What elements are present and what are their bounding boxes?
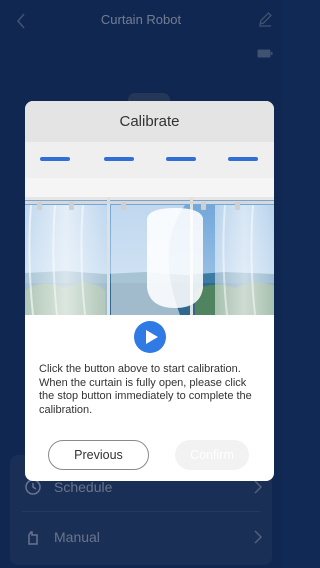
- play-button[interactable]: [134, 321, 166, 353]
- step-indicator: [25, 142, 274, 178]
- step-indicator-2: [104, 157, 134, 161]
- step-indicator-1: [40, 157, 70, 161]
- step-indicator-4: [228, 157, 258, 161]
- confirm-button[interactable]: Confirm: [175, 440, 249, 470]
- dialog-header: Calibrate: [25, 101, 274, 142]
- calibrate-dialog: Calibrate Click the button above to star…: [25, 101, 274, 481]
- play-icon: [143, 330, 158, 344]
- previous-button[interactable]: Previous: [48, 440, 149, 470]
- curtain-illustration: [25, 178, 274, 315]
- calibration-instructions: Click the button above to start calibrat…: [39, 363, 252, 416]
- step-indicator-3: [166, 157, 196, 161]
- dialog-title: Calibrate: [119, 113, 180, 130]
